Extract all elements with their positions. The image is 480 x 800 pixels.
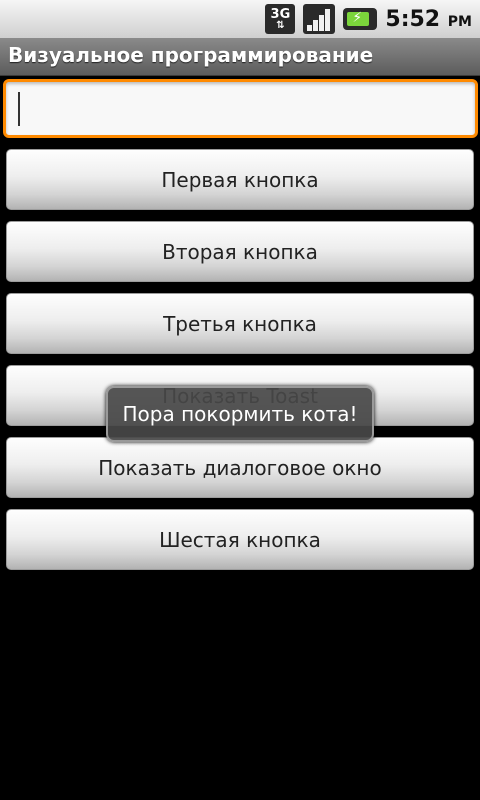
third-button[interactable]: Третья кнопка: [6, 293, 474, 354]
sixth-button[interactable]: Шестая кнопка: [6, 509, 474, 570]
battery-charging-icon: ⚡: [343, 8, 378, 30]
status-bar: 3G ⇅ ⚡ 5:52 PM: [0, 0, 480, 38]
charging-bolt-icon: ⚡: [352, 10, 363, 26]
toast-message: Пора покормить кота!: [106, 386, 374, 442]
network-type-label: 3G: [270, 6, 291, 22]
app-title-bar: Визуальное программирование: [0, 38, 480, 76]
clock: 5:52 PM: [385, 7, 472, 32]
clock-time: 5:52: [385, 6, 441, 32]
app-title: Визуальное программирование: [8, 43, 374, 67]
data-activity-icon: ⇅: [276, 19, 285, 31]
signal-strength-icon: [303, 4, 336, 34]
text-field-container[interactable]: [3, 79, 478, 138]
clock-ampm: PM: [447, 13, 472, 30]
status-icons: 3G ⇅ ⚡ 5:52 PM: [265, 3, 472, 35]
network-3g-icon: 3G ⇅: [265, 4, 296, 34]
second-button[interactable]: Вторая кнопка: [6, 221, 474, 282]
first-button[interactable]: Первая кнопка: [6, 149, 474, 210]
text-input[interactable]: [14, 88, 458, 130]
show-dialog-button[interactable]: Показать диалоговое окно: [6, 437, 474, 498]
